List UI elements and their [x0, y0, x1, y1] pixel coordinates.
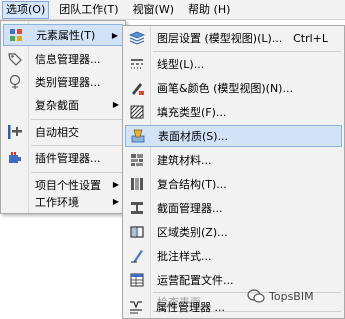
menu-item-label: 属性管理器 ... [156, 301, 225, 314]
menu-separator [31, 172, 122, 173]
menu-item-label: 画笔&颜色 (模型视图)(N)... [157, 82, 293, 95]
menu-item-property-manager[interactable]: 属性管理器 ... [124, 296, 244, 318]
element-attributes-icon [4, 24, 28, 46]
menu-item-category-manager[interactable]: 类别管理器... [3, 71, 123, 93]
surface-material-icon [126, 125, 150, 147]
menu-item-label: 填充类型(F)... [157, 106, 227, 119]
composite-icon [125, 173, 149, 195]
tree-category-icon [3, 71, 27, 93]
menu-separator [31, 119, 122, 120]
menu-item-label: 元素属性(T) [36, 29, 96, 42]
menu-item-label: 区域类别(Z)... [157, 226, 228, 239]
menu-help[interactable]: 帮助 (H) [184, 1, 234, 19]
menu-item-element-attributes[interactable]: 元素属性(T) ▶ [3, 24, 123, 46]
watermark-text: TopsBIM [269, 289, 314, 303]
menu-item-label: 复合结构(T)... [157, 178, 227, 191]
element-attributes-submenu: 图层设置 (模型视图)(L)... Ctrl+L 线型(L)... 画笔&颜色 … [122, 25, 345, 319]
submenu-arrow-icon: ▶ [112, 100, 119, 109]
menu-options[interactable]: 选项(O) [2, 0, 50, 19]
operation-profile-icon [125, 269, 149, 291]
menu-separator [31, 145, 122, 146]
menu-item-building-materials[interactable]: 建筑材料... [125, 149, 342, 171]
layers-icon [125, 27, 149, 49]
menu-separator [153, 51, 341, 52]
menu-item-label: 图层设置 (模型视图)(L)... [157, 32, 283, 45]
menu-item-label: 工作环境 [35, 196, 79, 209]
watermark: TopsBIM [247, 285, 314, 307]
markup-style-icon [125, 245, 149, 267]
menu-item-composites[interactable]: 复合结构(T)... [125, 173, 342, 195]
menu-item-label: 复杂截面 [35, 99, 79, 112]
menu-item-markup-styles[interactable]: 批注样式... [125, 245, 342, 267]
menu-item-work-environment[interactable]: 工作环境 ▶ [3, 191, 123, 213]
menu-teamwork[interactable]: 团队工作(T) [55, 1, 122, 19]
submenu-arrow-icon: ▶ [112, 197, 119, 206]
menu-item-label: 自动相交 [35, 126, 79, 139]
menu-bar: 选项(O) 团队工作(T) 视窗(W) 帮助 (H) [0, 0, 345, 20]
menu-item-label: 信息管理器... [35, 53, 101, 66]
menu-item-line-types[interactable]: 线型(L)... [125, 53, 342, 75]
menu-window[interactable]: 视窗(W) [129, 1, 178, 19]
shortcut-label: Ctrl+L [293, 31, 328, 45]
menu-item-zone-categories[interactable]: 区域类别(Z)... [125, 221, 342, 243]
menu-item-profile-manager[interactable]: 截面管理器... [125, 197, 342, 219]
plugin-icon [3, 147, 27, 169]
menu-item-surfaces[interactable]: 表面材质(S)... [125, 125, 342, 147]
menu-item-complex-profiles[interactable]: 复杂截面 ▶ [3, 94, 123, 116]
profile-manager-icon [125, 197, 149, 219]
auto-intersect-icon [3, 121, 27, 143]
menu-item-addon-manager[interactable]: 插件管理器... [3, 147, 123, 169]
tag-icon [3, 48, 27, 70]
building-material-icon [125, 149, 149, 171]
menu-item-info-manager[interactable]: 信息管理器... [3, 48, 123, 70]
fill-type-icon [125, 101, 149, 123]
menu-item-label: 建筑材料... [157, 154, 212, 167]
menu-item-layer-settings[interactable]: 图层设置 (模型视图)(L)... Ctrl+L [125, 27, 342, 49]
menu-item-auto-intersect[interactable]: 自动相交 [3, 121, 123, 143]
menu-item-label: 截面管理器... [157, 202, 223, 215]
menu-item-label: 表面材质(S)... [158, 130, 229, 143]
wechat-logo-icon [247, 289, 265, 303]
menu-item-pens-colors[interactable]: 画笔&颜色 (模型视图)(N)... [125, 77, 342, 99]
menu-item-label: 类别管理器... [35, 76, 101, 89]
menu-item-label: 线型(L)... [157, 58, 205, 71]
line-type-icon [125, 53, 149, 75]
submenu-arrow-icon: ▶ [111, 31, 118, 40]
options-dropdown: 元素属性(T) ▶ 信息管理器... 类别管理器... 复杂截面 ▶ 自动相交 … [0, 20, 126, 214]
property-manager-icon [124, 296, 148, 318]
menu-item-label: 批注样式... [157, 250, 212, 263]
menu-item-label: 插件管理器... [35, 152, 101, 165]
zone-category-icon [125, 221, 149, 243]
menu-item-fill-types[interactable]: 填充类型(F)... [125, 101, 342, 123]
pen-color-icon [125, 77, 149, 99]
